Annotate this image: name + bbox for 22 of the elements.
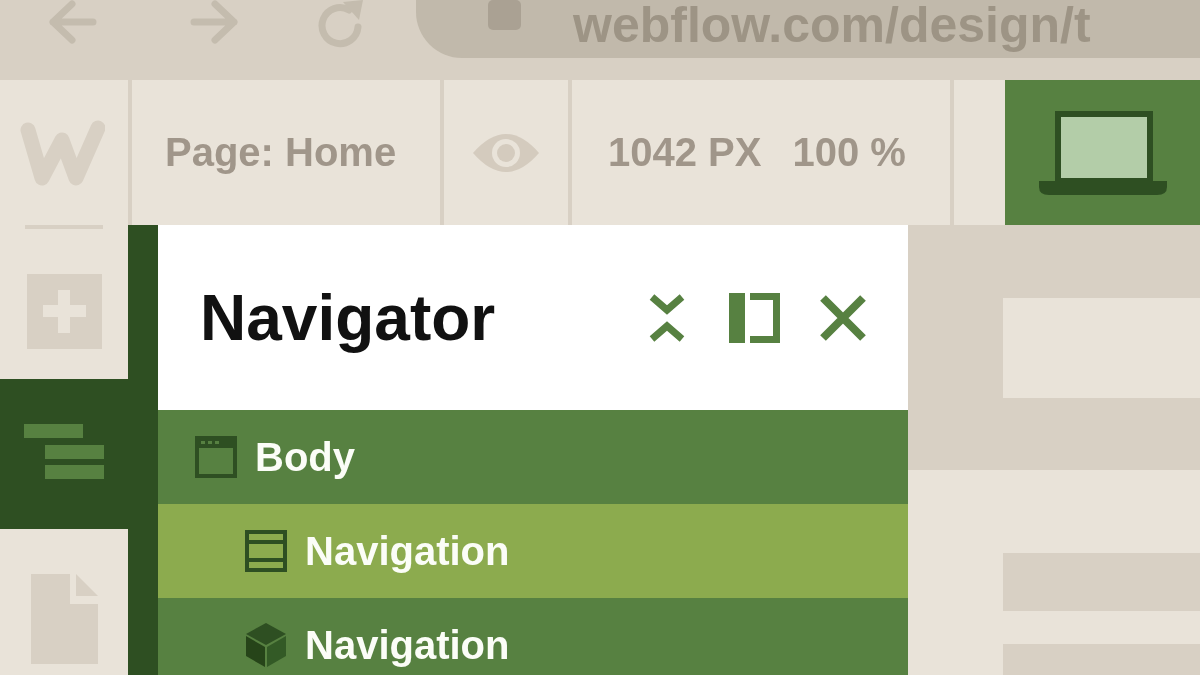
canvas-width-label: 1042 PX: [608, 130, 762, 175]
dock-button[interactable]: [729, 292, 780, 343]
section-icon: [245, 530, 287, 572]
collapse-button[interactable]: [649, 292, 685, 343]
dock-icon: [729, 292, 780, 343]
indented-lines-icon: [24, 424, 104, 479]
pages-button[interactable]: [0, 529, 128, 675]
panel-title: Navigator: [200, 280, 496, 355]
close-button[interactable]: [820, 294, 866, 341]
tree-item[interactable]: Navigation: [158, 504, 908, 598]
collapse-icon: [649, 292, 685, 343]
laptop-icon: [1038, 110, 1167, 195]
lock-icon: [488, 0, 521, 30]
window-icon: [195, 436, 237, 478]
desktop-view-button[interactable]: [1005, 80, 1200, 225]
page-label: Page: Home: [165, 130, 397, 175]
close-icon: [820, 294, 866, 341]
tree-item[interactable]: Navigation: [158, 598, 908, 675]
cube-icon: [245, 622, 287, 668]
tree-item[interactable]: Body: [158, 410, 908, 504]
zoom-label: 100 %: [792, 130, 906, 175]
add-elements-button[interactable]: [0, 229, 128, 379]
